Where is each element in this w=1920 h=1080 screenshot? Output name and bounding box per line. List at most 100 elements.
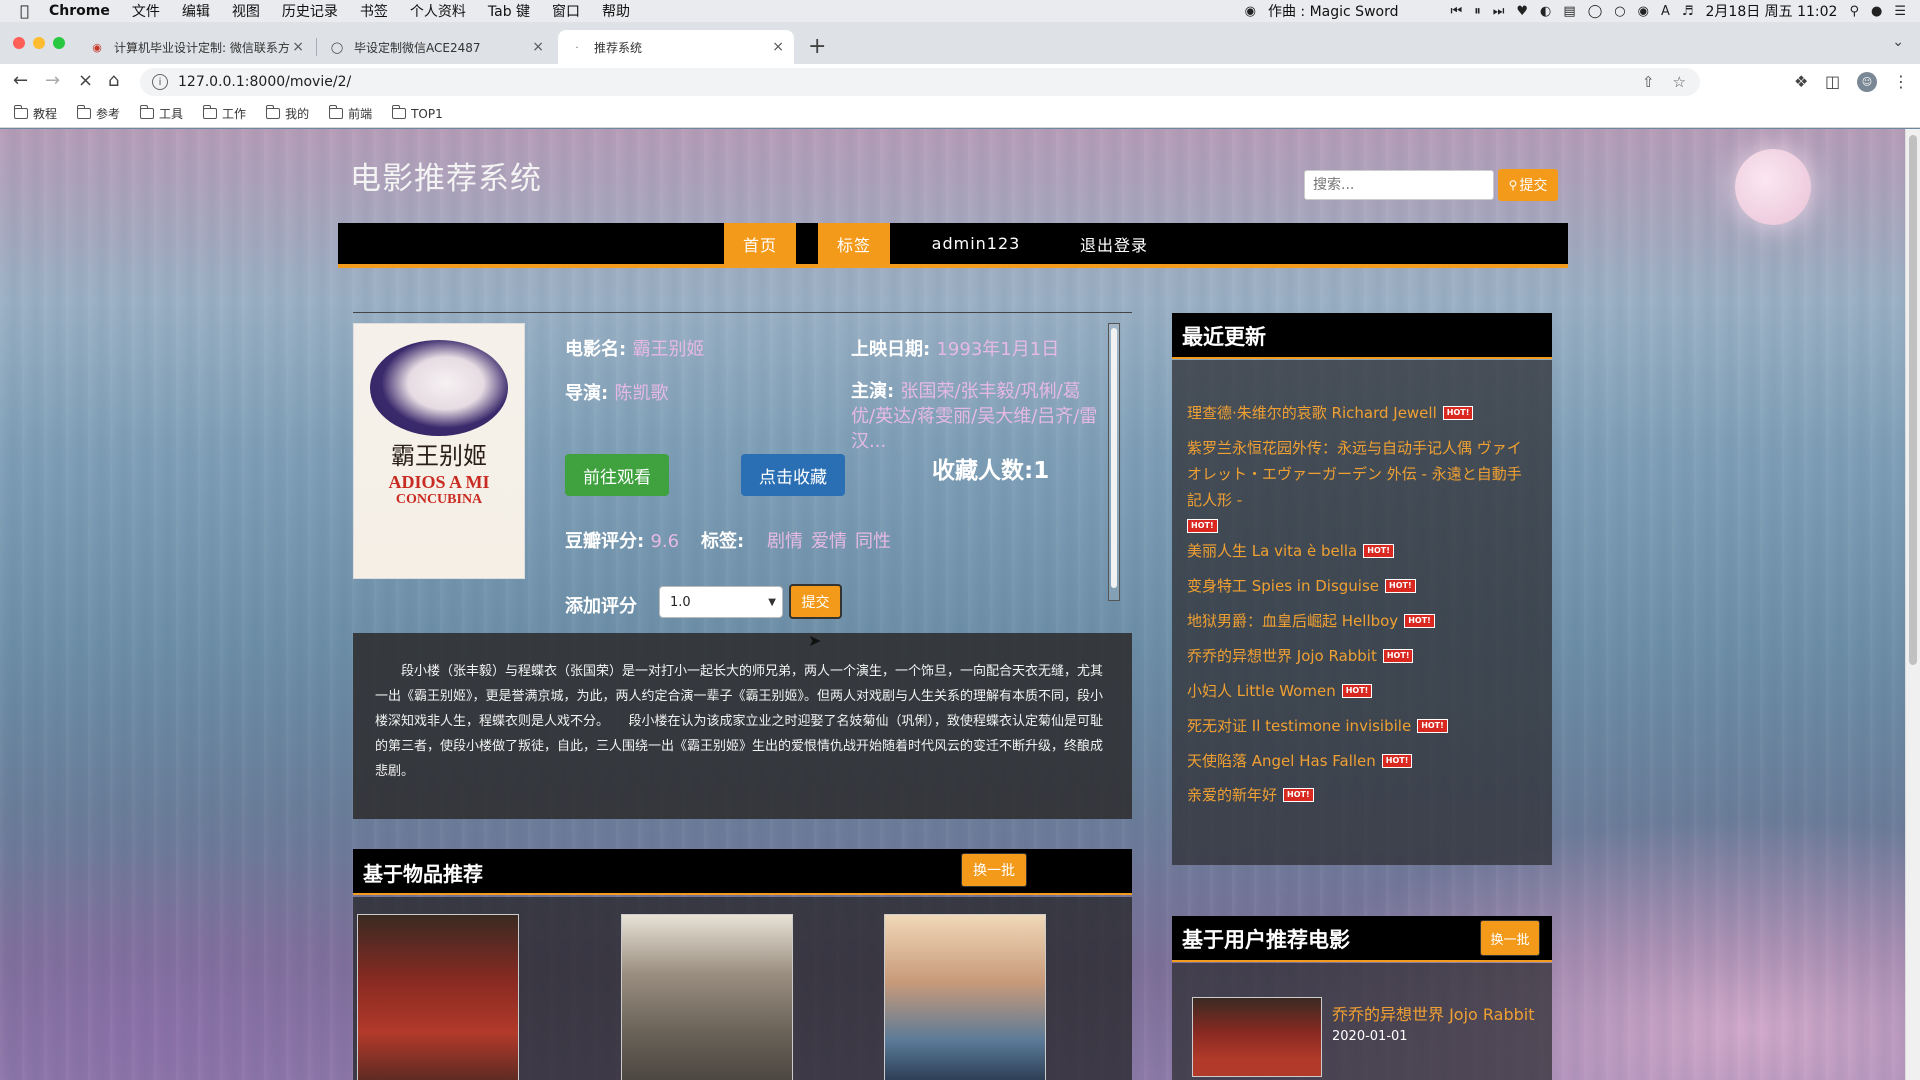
latest-item[interactable]: 地狱男爵：血皇后崛起 Hellboy HOT! xyxy=(1187,609,1527,633)
siri-icon[interactable]: ● xyxy=(1871,4,1882,19)
menu-profile[interactable]: 个人资料 xyxy=(410,1,466,21)
wechat-icon[interactable]: ◉ xyxy=(1638,4,1649,19)
heart-icon[interactable]: ♥ xyxy=(1516,4,1528,19)
user-recommend-poster[interactable] xyxy=(1192,997,1322,1077)
datetime[interactable]: 2月18日 周五 11:02 xyxy=(1706,1,1838,21)
minimize-window-button[interactable] xyxy=(33,37,45,49)
tab-1[interactable]: ◉ 计算机毕业设计定制: 微信联系方 × xyxy=(78,30,314,64)
previous-track-icon[interactable]: ⏮ xyxy=(1450,4,1462,19)
recommended-movie-poster[interactable] xyxy=(357,914,519,1080)
now-playing-text[interactable]: 作曲 : Magic Sword xyxy=(1268,1,1399,21)
apple-menu-icon[interactable]:  xyxy=(20,2,29,20)
bookmark-label: 参考 xyxy=(96,107,121,121)
bookmark-folder[interactable]: 工具 xyxy=(139,105,183,122)
page-scrollbar-thumb[interactable] xyxy=(1909,135,1917,665)
bookmark-folder[interactable]: 工作 xyxy=(202,105,246,122)
chrome-menu-icon[interactable]: ⋮ xyxy=(1893,72,1909,91)
close-tab-icon[interactable]: × xyxy=(292,39,304,55)
stop-loading-icon[interactable]: × xyxy=(78,70,93,91)
menu-history[interactable]: 历史记录 xyxy=(282,1,338,21)
search-submit-button[interactable]: ⚲ 提交 xyxy=(1498,169,1558,201)
tag-link[interactable]: 剧情 xyxy=(767,527,803,553)
forward-arrow-icon[interactable]: → xyxy=(45,70,60,91)
close-window-button[interactable] xyxy=(13,37,25,49)
control-center-icon[interactable]: ☰ xyxy=(1894,4,1906,19)
favorite-button[interactable]: 点击收藏 xyxy=(741,454,845,496)
nav-user[interactable]: admin123 xyxy=(916,223,1036,264)
bookmark-folder[interactable]: 前端 xyxy=(328,105,372,122)
detail-scrollbar[interactable] xyxy=(1108,323,1120,601)
url-text[interactable]: 127.0.0.1:8000/movie/2/ xyxy=(178,74,351,90)
chat-icon[interactable]: ○ xyxy=(1614,4,1625,19)
item-recommend-title: 基于物品推荐 xyxy=(363,862,483,886)
nav-home[interactable]: 首页 xyxy=(724,223,796,264)
site-info-icon[interactable]: i xyxy=(152,74,168,90)
hot-badge: HOT! xyxy=(1381,754,1413,768)
tab-2[interactable]: ◯ 毕设定制微信ACE2487 × xyxy=(318,30,554,64)
spotlight-search-icon[interactable]: ⚲ xyxy=(1849,4,1859,19)
bookmark-star-icon[interactable]: ☆ xyxy=(1673,73,1686,91)
latest-item[interactable]: 紫罗兰永恒花园外传：永远与自动手记人偶 ヴァイオレット・エヴァーガーデン 外伝 … xyxy=(1187,435,1527,539)
latest-item[interactable]: 亲爱的新年好 HOT! xyxy=(1187,783,1527,807)
menu-help[interactable]: 帮助 xyxy=(602,1,630,21)
input-method-icon[interactable]: A xyxy=(1661,4,1670,19)
search-input[interactable] xyxy=(1304,170,1494,200)
bookmark-folder[interactable]: 我的 xyxy=(265,105,309,122)
back-arrow-icon[interactable]: ← xyxy=(13,70,28,91)
director-label: 导演: xyxy=(565,383,609,404)
menu-app-chrome[interactable]: Chrome xyxy=(49,3,110,19)
github-icon[interactable]: ◯ xyxy=(1588,4,1603,19)
movie-poster: 霸王别姬 ADIOS A MI CONCUBINA xyxy=(353,323,525,579)
watch-button[interactable]: 前往观看 xyxy=(565,454,669,496)
menu-edit[interactable]: 编辑 xyxy=(182,1,210,21)
pause-icon[interactable]: ⏸ xyxy=(1474,4,1481,19)
volume-icon[interactable]: ♬ xyxy=(1682,4,1694,19)
bookmark-folder[interactable]: TOP1 xyxy=(391,105,443,121)
zoom-window-button[interactable] xyxy=(53,37,65,49)
user-recommend-swap-button[interactable]: 换一批 xyxy=(1480,920,1540,956)
rating-select[interactable]: 1.0 ▼ xyxy=(659,586,783,618)
search-icon: ⚲ xyxy=(1508,178,1518,192)
rating-submit-button[interactable]: 提交 xyxy=(789,584,842,619)
record-icon[interactable]: ◉ xyxy=(1245,4,1256,19)
bookmark-folder[interactable]: 教程 xyxy=(13,105,57,122)
menu-tab[interactable]: Tab 键 xyxy=(488,1,530,21)
latest-item[interactable]: 变身特工 Spies in Disguise HOT! xyxy=(1187,574,1527,598)
close-tab-icon[interactable]: × xyxy=(532,39,544,55)
site-title[interactable]: 电影推荐系统 xyxy=(350,153,542,198)
side-panel-icon[interactable]: ◫ xyxy=(1825,72,1840,91)
profile-avatar[interactable]: ☺ xyxy=(1857,72,1877,92)
bookmark-folder[interactable]: 参考 xyxy=(76,105,121,122)
home-icon[interactable]: ⌂ xyxy=(108,70,119,91)
page-scrollbar[interactable] xyxy=(1905,129,1920,1080)
nav-logout[interactable]: 退出登录 xyxy=(1054,223,1174,264)
menu-bookmarks[interactable]: 书签 xyxy=(360,1,388,21)
tab-3-active[interactable]: · 推荐系统 × xyxy=(558,30,794,64)
weibo-icon[interactable]: ◐ xyxy=(1540,4,1551,19)
signal-icon[interactable]: ▤ xyxy=(1563,4,1575,19)
address-bar[interactable]: i 127.0.0.1:8000/movie/2/ ⇧ ☆ xyxy=(140,68,1700,96)
next-track-icon[interactable]: ⏭ xyxy=(1493,4,1505,19)
nav-tags[interactable]: 标签 xyxy=(818,223,890,264)
recommended-movie-poster[interactable] xyxy=(621,914,793,1080)
detail-scrollbar-thumb[interactable] xyxy=(1111,328,1117,588)
menu-window[interactable]: 窗口 xyxy=(552,1,580,21)
latest-item[interactable]: 小妇人 Little Women HOT! xyxy=(1187,679,1527,703)
new-tab-icon[interactable]: + xyxy=(808,34,826,59)
tag-link[interactable]: 爱情 xyxy=(811,527,847,553)
close-tab-icon[interactable]: × xyxy=(772,39,784,55)
extensions-puzzle-icon[interactable]: ❖ xyxy=(1794,72,1808,91)
share-icon[interactable]: ⇧ xyxy=(1642,73,1655,91)
latest-item[interactable]: 乔乔的异想世界 Jojo Rabbit HOT! xyxy=(1187,644,1527,668)
item-recommend-swap-button[interactable]: 换一批 xyxy=(961,853,1027,887)
latest-item[interactable]: 死无对证 Il testimone invisibile HOT! xyxy=(1187,714,1527,738)
latest-item[interactable]: 美丽人生 La vita è bella HOT! xyxy=(1187,539,1527,563)
tag-link[interactable]: 同性 xyxy=(855,527,891,553)
latest-item[interactable]: 理查德·朱维尔的哀歌 Richard Jewell HOT! xyxy=(1187,401,1527,425)
tab-search-chevron-icon[interactable]: ⌄ xyxy=(1892,34,1904,50)
user-recommend-movie-title[interactable]: 乔乔的异想世界 Jojo Rabbit xyxy=(1332,1001,1535,1025)
menu-file[interactable]: 文件 xyxy=(132,1,160,21)
latest-item[interactable]: 天使陷落 Angel Has Fallen HOT! xyxy=(1187,749,1527,773)
recommended-movie-poster[interactable] xyxy=(884,914,1046,1080)
menu-view[interactable]: 视图 xyxy=(232,1,260,21)
